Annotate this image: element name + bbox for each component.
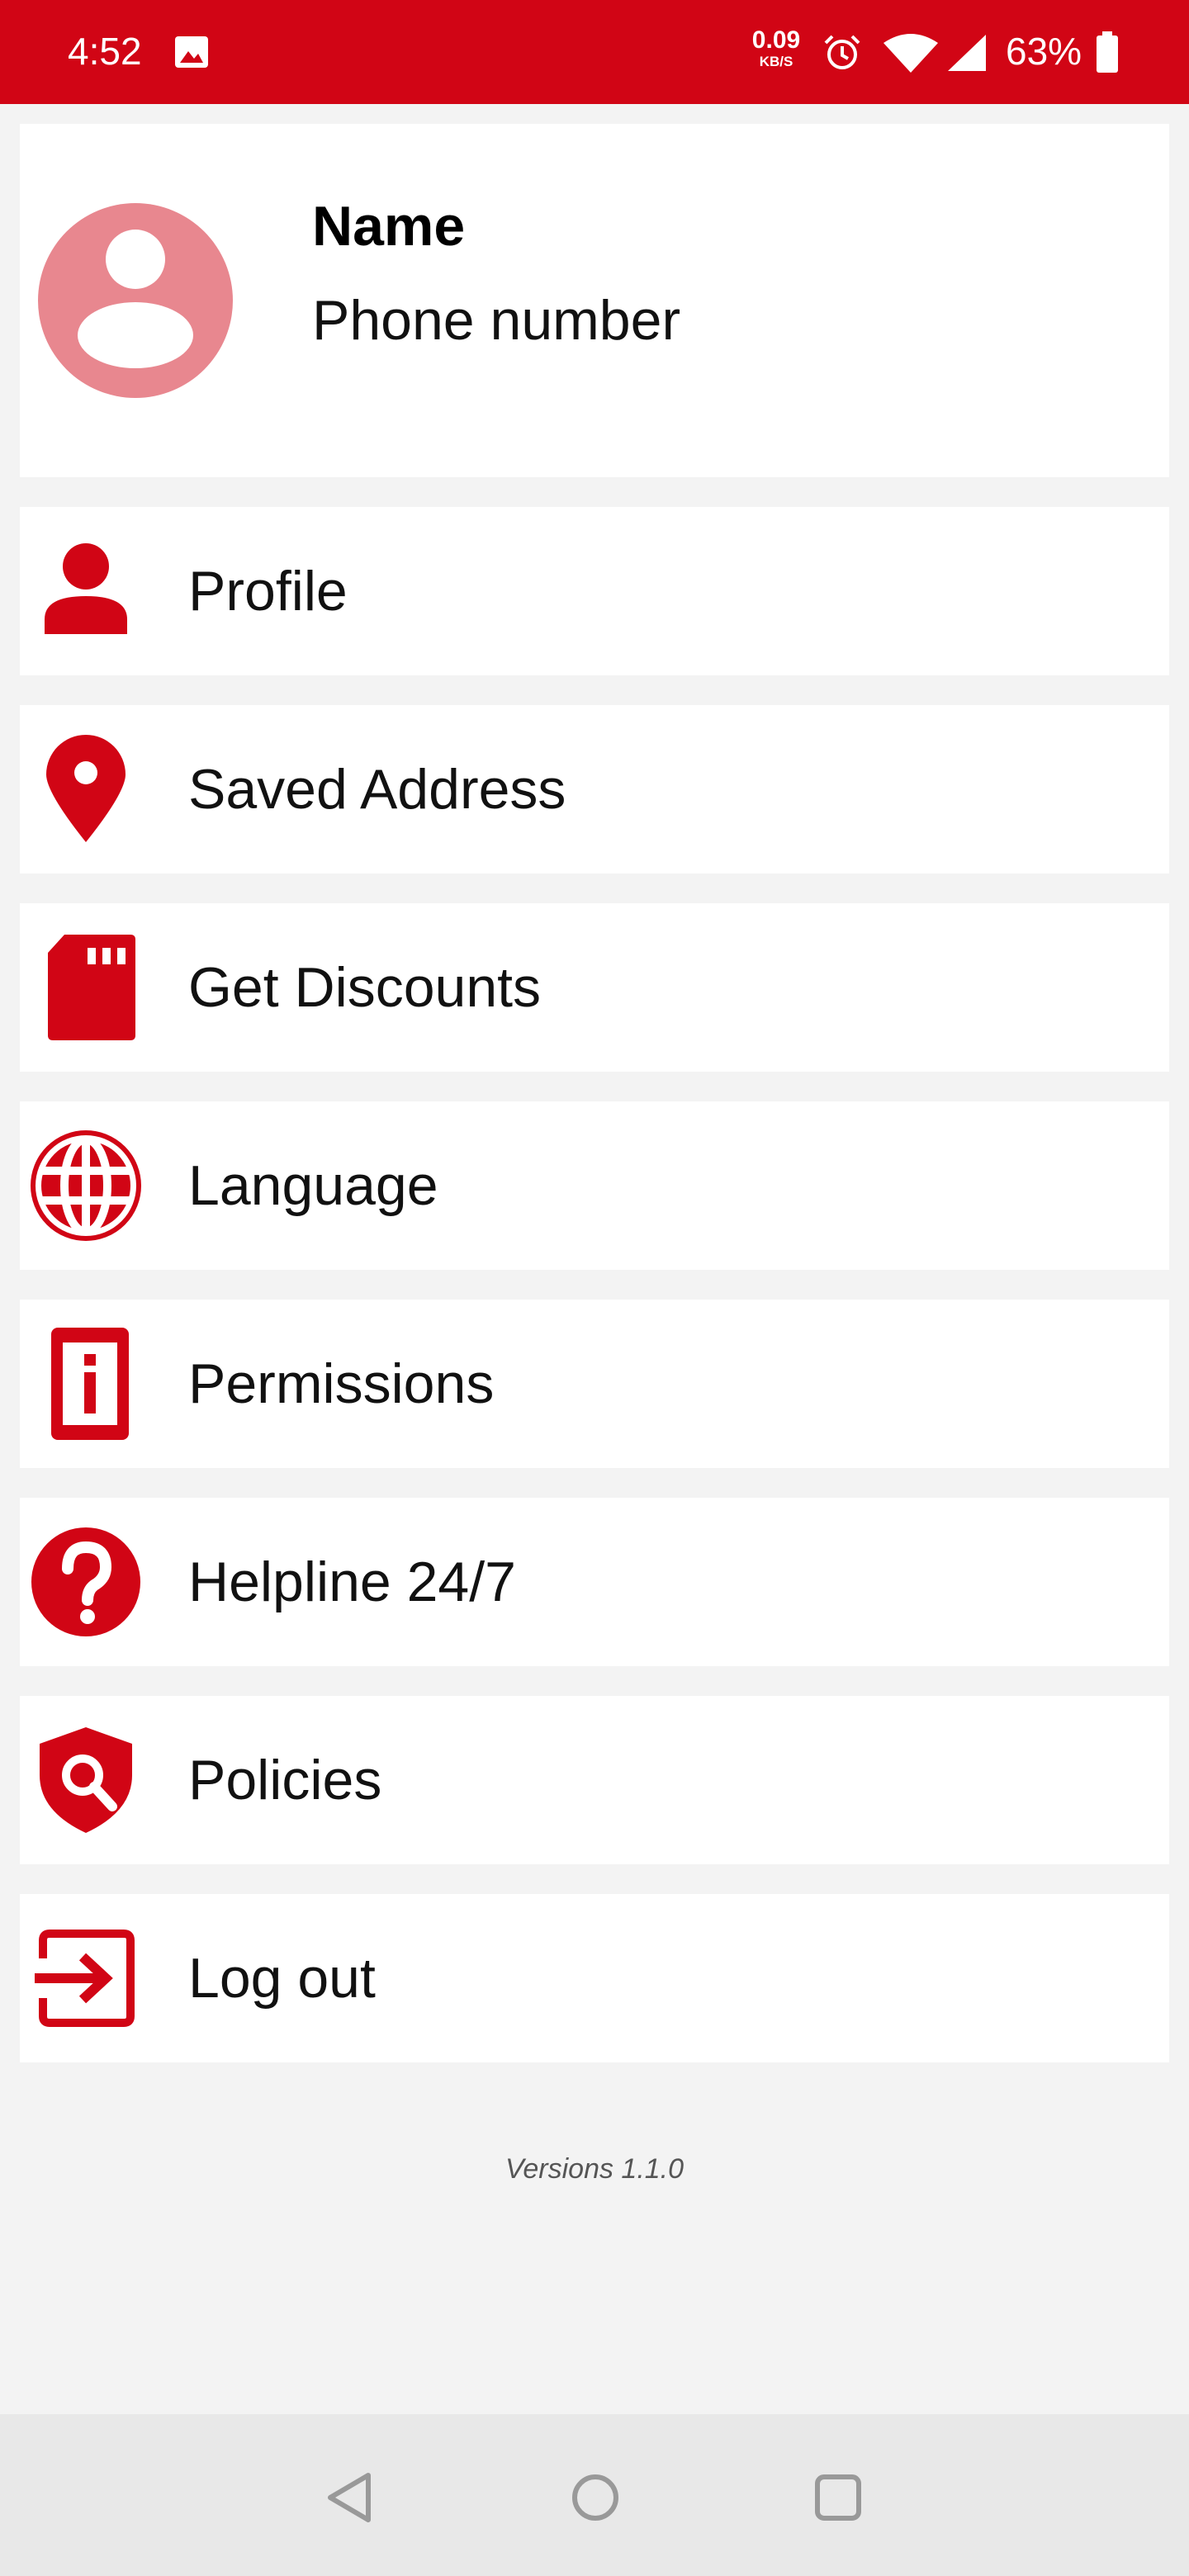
info-device-icon — [28, 1326, 144, 1442]
status-time: 4:52 — [68, 30, 142, 73]
status-bar: 4:52 0.09 KB/S 63% — [0, 0, 1189, 104]
person-icon — [28, 533, 144, 649]
menu-item-label: Profile — [188, 560, 348, 623]
menu-item-label: Saved Address — [188, 758, 566, 821]
battery-icon — [1095, 31, 1120, 74]
network-speed: 0.09 KB/S — [743, 28, 809, 69]
menu-item-log-out[interactable]: Log out — [20, 1894, 1169, 2062]
logout-icon — [28, 1920, 144, 2036]
wifi-icon — [882, 33, 940, 74]
network-speed-unit: KB/S — [759, 54, 793, 69]
home-icon[interactable] — [566, 2469, 624, 2526]
menu-item-profile[interactable]: Profile — [20, 507, 1169, 675]
signal-icon — [946, 33, 988, 73]
menu-item-label: Language — [188, 1154, 438, 1217]
recents-icon[interactable] — [809, 2469, 867, 2526]
profile-header-card[interactable]: Name Phone number — [20, 124, 1169, 477]
menu-item-permissions[interactable]: Permissions — [20, 1300, 1169, 1468]
shield-search-icon — [28, 1722, 144, 1838]
menu-item-label: Permissions — [188, 1352, 495, 1415]
network-speed-value: 0.09 — [751, 26, 801, 54]
globe-icon — [28, 1128, 144, 1243]
avatar[interactable] — [38, 203, 233, 398]
profile-phone: Phone number — [312, 289, 681, 352]
menu-item-saved-address[interactable]: Saved Address — [20, 705, 1169, 874]
system-nav-bar — [0, 2414, 1189, 2576]
alarm-icon — [822, 33, 862, 73]
help-icon — [28, 1524, 144, 1640]
menu-item-language[interactable]: Language — [20, 1101, 1169, 1270]
app-version: Versions 1.1.0 — [504, 2153, 685, 2185]
menu-item-label: Helpline 24/7 — [188, 1551, 516, 1613]
menu-item-helpline[interactable]: Helpline 24/7 — [20, 1498, 1169, 1666]
battery-percent: 63% — [1006, 30, 1082, 73]
sd-card-icon — [28, 930, 144, 1045]
menu-item-label: Get Discounts — [188, 956, 542, 1019]
location-pin-icon — [28, 732, 144, 847]
profile-name: Name — [312, 195, 466, 258]
gallery-icon — [175, 36, 208, 68]
menu-item-policies[interactable]: Policies — [20, 1696, 1169, 1864]
menu-item-label: Policies — [188, 1749, 382, 1811]
menu-item-get-discounts[interactable]: Get Discounts — [20, 903, 1169, 1072]
back-icon[interactable] — [320, 2469, 378, 2526]
menu-item-label: Log out — [188, 1947, 376, 2010]
